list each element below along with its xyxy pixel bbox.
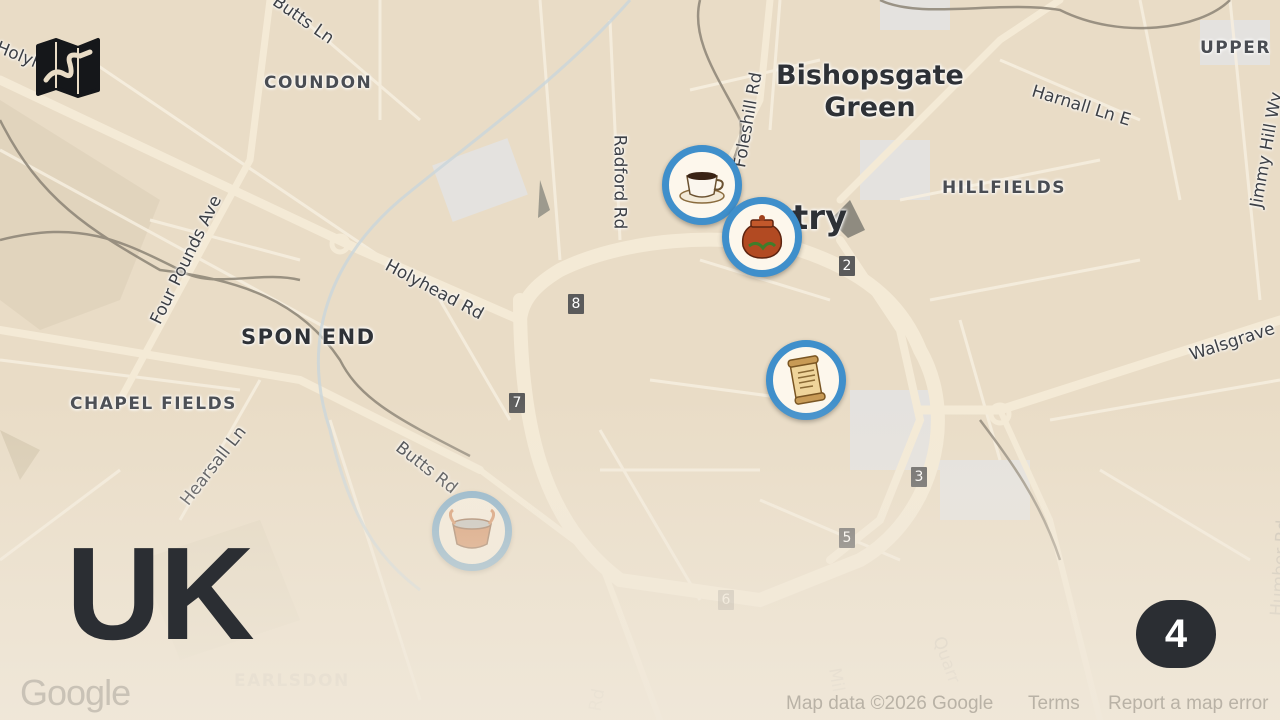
junction-marker: 5: [839, 528, 855, 548]
marker-clay-pot[interactable]: [722, 197, 802, 277]
map-data-attribution: Map data ©2026 Google: [786, 693, 994, 714]
junction-marker: 3: [911, 467, 927, 487]
country-title: UK: [66, 520, 255, 667]
copper-pot-icon: [448, 508, 496, 549]
junction-marker: 8: [568, 294, 584, 314]
place-label-coundon: COUNDON: [264, 73, 373, 93]
terms-link[interactable]: Terms: [1028, 693, 1080, 715]
report-map-error-link[interactable]: Report a map error: [1108, 693, 1269, 715]
road-label-mile: Mil: [824, 666, 849, 694]
scroll-icon: [787, 355, 826, 405]
marker-scroll[interactable]: [766, 340, 846, 420]
google-logo: Google: [20, 672, 131, 713]
coffee-cup-icon: [679, 172, 725, 204]
place-label-chapel-fields: CHAPEL FIELDS: [70, 394, 237, 414]
clay-pot-icon: [741, 215, 783, 259]
road-label-rd: Rd: [585, 687, 610, 713]
place-label-earlsdon: EARLSDON: [234, 671, 350, 691]
place-label-hillfields: HILLFIELDS: [942, 178, 1066, 198]
road-label-radford-rd: Radford Rd: [609, 134, 630, 230]
place-label-upper: UPPER: [1200, 38, 1271, 58]
folded-map-icon[interactable]: [34, 36, 102, 100]
junction-marker: 2: [839, 256, 855, 276]
marker-copper-pot[interactable]: [432, 491, 512, 571]
junction-marker: 7: [509, 393, 525, 413]
junction-marker: 6: [718, 590, 734, 610]
place-label-spon-end: SPON END: [241, 325, 376, 349]
place-label-bishopsgate-green: Bishopsgate Green: [776, 60, 964, 123]
score-badge: 4: [1136, 600, 1216, 668]
